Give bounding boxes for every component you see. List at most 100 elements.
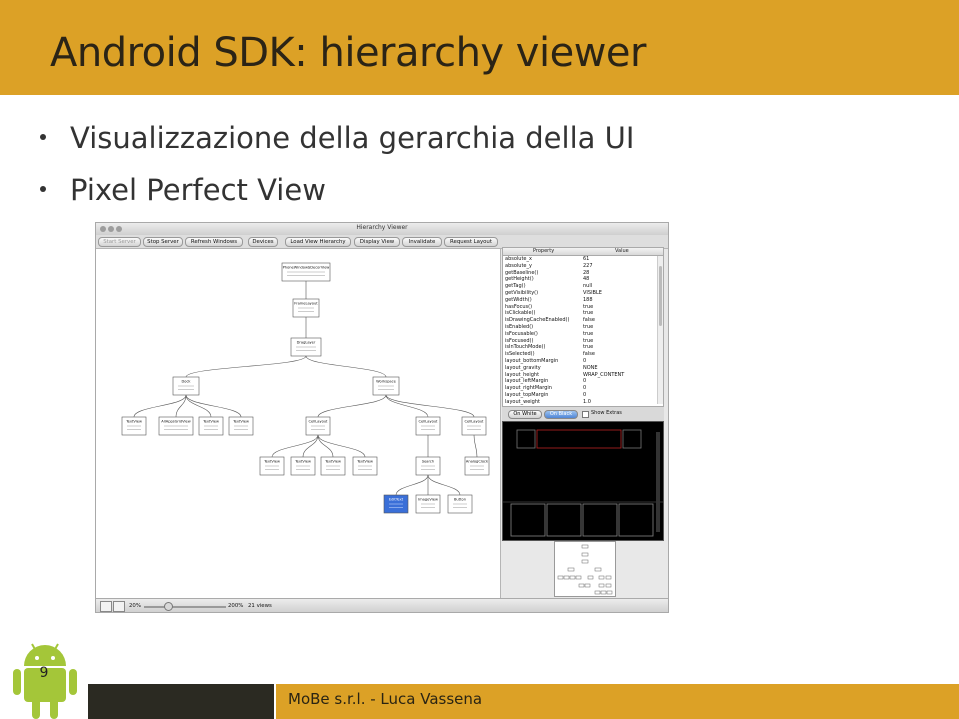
tree-node[interactable]: Workspace [372, 376, 400, 396]
slide-title: Android SDK: hierarchy viewer [50, 30, 646, 76]
property-column-header[interactable]: Property [533, 248, 554, 255]
zoom-max-label: 200% [228, 603, 244, 609]
tree-view-icon[interactable] [100, 601, 112, 612]
tree-edge [305, 355, 387, 378]
preview-drawing [503, 429, 663, 537]
tree-node-label: TextView [263, 460, 280, 464]
load-view-hierarchy-button[interactable]: Load View Hierarchy [285, 237, 351, 247]
display-view-button[interactable]: Display View [354, 237, 400, 247]
tree-node[interactable]: CellLayout [461, 416, 487, 436]
value-column-header[interactable]: Value [615, 248, 629, 255]
tree-node-label: Button [454, 498, 466, 502]
tree-node[interactable]: CellLayout [415, 416, 441, 436]
tree-node[interactable]: TextView [198, 416, 224, 436]
property-name: layout_weight [505, 398, 540, 405]
tree-node[interactable]: Search [415, 456, 441, 476]
properties-scrollbar[interactable] [657, 256, 663, 404]
tree-node[interactable]: AnalogClock [464, 456, 490, 476]
tree-node-label: AllAppsGridView [161, 420, 190, 424]
grid-view-icon[interactable] [113, 601, 125, 612]
tree-node-label: Search [422, 460, 434, 464]
tree-node[interactable]: TextView [228, 416, 254, 436]
page-number: 9 [39, 665, 49, 681]
tree-edge [271, 434, 319, 458]
tree-edge [385, 394, 429, 418]
start-server-button[interactable]: Start Server [98, 237, 141, 247]
tree-node-label: EditText [389, 498, 404, 502]
property-value: 1.0 [583, 398, 591, 405]
tree-node[interactable]: EditText [383, 494, 409, 514]
zoom-slider[interactable] [144, 606, 226, 608]
hierarchy-tree-canvas[interactable]: PhoneWindow$DecorView FrameLayout DragLaye… [96, 249, 501, 598]
footer-dark-bar [88, 684, 274, 719]
tree-node-label: Dock [181, 380, 191, 384]
devices-button[interactable]: Devices [248, 237, 278, 247]
bullet-list: Visualizzazione della gerarchia della UI… [40, 118, 634, 222]
tree-edge [317, 394, 387, 418]
tree-edge [473, 434, 478, 458]
tree-node[interactable]: DragLayer [290, 337, 322, 357]
tree-node-label: CellLayout [465, 420, 485, 424]
tree-node[interactable]: TextView [320, 456, 346, 476]
tree-node[interactable]: TextView [352, 456, 378, 476]
tree-node[interactable]: TextView [259, 456, 285, 476]
status-bar: 20% 200% 21 views [96, 598, 668, 612]
show-extras-checkbox[interactable] [582, 411, 589, 418]
tree-node-label: TextView [294, 460, 311, 464]
tree-edge [395, 474, 429, 496]
tree-edge [385, 394, 475, 418]
bullet-item: Pixel Perfect View [40, 170, 634, 222]
tree-node[interactable]: Dock [172, 376, 200, 396]
tree-node-label: TextView [125, 420, 142, 424]
show-extras-label: Show Extras [591, 410, 622, 416]
scrollbar-thumb[interactable] [659, 266, 662, 326]
tree-edge [185, 394, 212, 418]
bullet-text: Pixel Perfect View [70, 173, 326, 207]
tree-node[interactable]: CellLayout [305, 416, 331, 436]
zoom-slider-knob[interactable] [164, 602, 173, 611]
pixel-perfect-preview[interactable] [502, 421, 664, 541]
tree-overview-thumbnail[interactable] [554, 541, 616, 597]
property-row[interactable]: layout_weight 1.0 [503, 399, 663, 406]
on-black-button[interactable]: On Black [544, 410, 578, 419]
tree-edge [317, 434, 334, 458]
window-title: Hierarchy Viewer [356, 224, 408, 231]
stop-server-button[interactable]: Stop Server [143, 237, 183, 247]
tree-node-label: PhoneWindow$DecorView [283, 266, 330, 270]
tree-node[interactable]: AllAppsGridView [158, 416, 194, 436]
views-count: 21 views [248, 603, 272, 609]
tree-node-label: Workspace [376, 380, 396, 384]
hierarchy-viewer-window: Hierarchy Viewer Start Server Stop Serve… [95, 222, 669, 613]
footer-text: MoBe s.r.l. - Luca Vassena [288, 690, 483, 708]
tree-node[interactable]: Button [447, 494, 473, 514]
tree-node[interactable]: ImageView [415, 494, 441, 514]
on-white-button[interactable]: On White [508, 410, 542, 419]
tree-node-label: FrameLayout [294, 302, 318, 306]
pixel-perfect-controls: On White On Black Show Extras [502, 407, 664, 421]
bullet-dot [40, 186, 46, 192]
hierarchy-tree: PhoneWindow$DecorView FrameLayout DragLaye… [121, 262, 490, 514]
tree-node[interactable]: FrameLayout [292, 298, 320, 318]
tree-node-label: TextView [324, 460, 341, 464]
tree-node-label: DragLayer [297, 341, 316, 345]
tree-node-label: TextView [232, 420, 249, 424]
tree-edge [427, 474, 461, 496]
tree-node-label: CellLayout [419, 420, 439, 424]
tree-node[interactable]: TextView [121, 416, 147, 436]
tree-node-label: TextView [356, 460, 373, 464]
properties-table[interactable]: Property Value absolute_x 61 absolute_y 227… [502, 247, 664, 407]
invalidate-button[interactable]: Invalidate [402, 237, 442, 247]
tree-node[interactable]: TextView [290, 456, 316, 476]
overview-drawing [557, 544, 613, 595]
tree-edge [185, 394, 242, 418]
tree-edge [133, 394, 187, 418]
tree-node[interactable]: PhoneWindow$DecorView [281, 262, 331, 282]
refresh-windows-button[interactable]: Refresh Windows [185, 237, 243, 247]
tree-node-label: ImageView [418, 498, 438, 502]
bullet-dot [40, 134, 46, 140]
request-layout-button[interactable]: Request Layout [444, 237, 498, 247]
bullet-item: Visualizzazione della gerarchia della UI [40, 118, 634, 170]
tree-edge [185, 355, 307, 378]
tree-node-label: CellLayout [309, 420, 329, 424]
tree-edge [302, 434, 319, 458]
